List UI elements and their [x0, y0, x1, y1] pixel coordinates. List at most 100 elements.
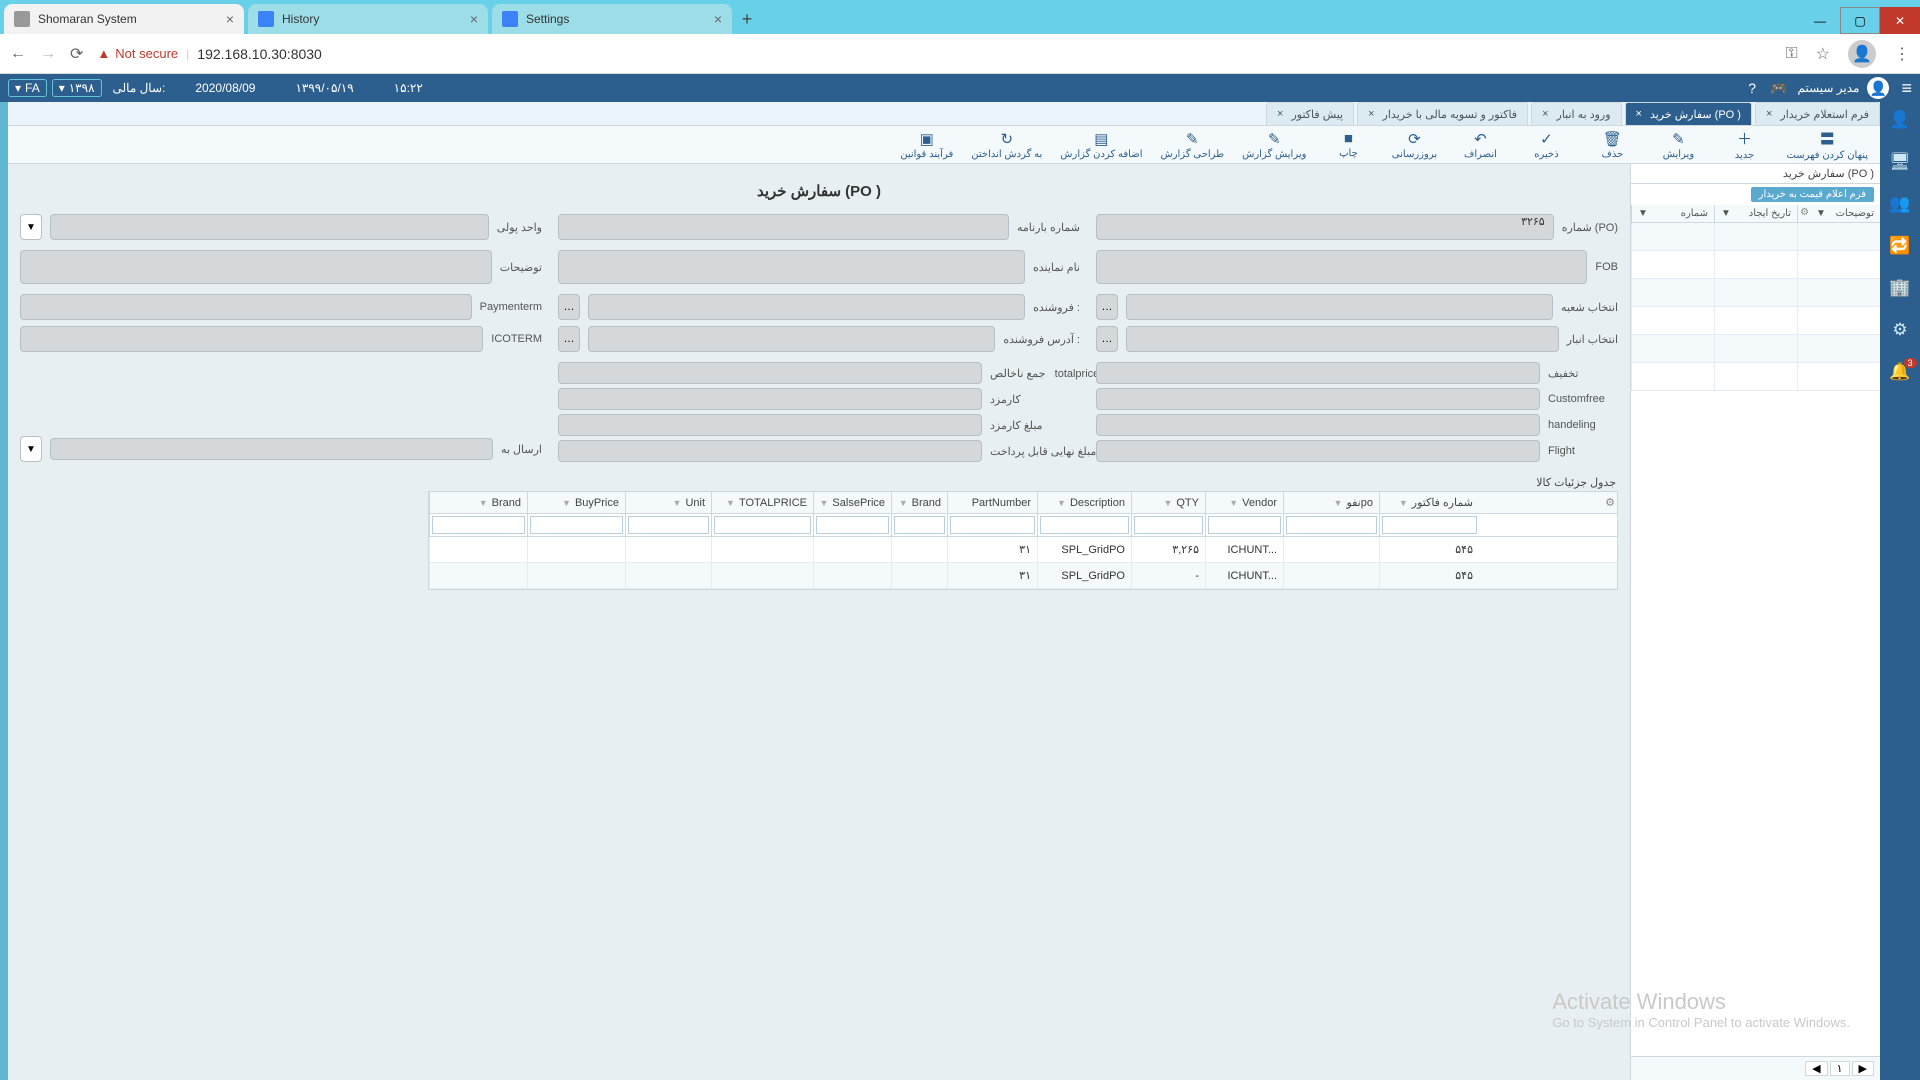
filter-desc[interactable] [1040, 516, 1129, 534]
customfree-field[interactable] [1096, 388, 1540, 410]
side-badge[interactable]: فرم اعلام قیمت به خریدار [1751, 187, 1874, 202]
col-unit[interactable]: ▼Unit [625, 492, 711, 513]
address-field[interactable]: ▲ Not secure | 192.168.10.30:8030 [97, 46, 321, 62]
tab-buyer-inquiry[interactable]: ×فرم استعلام خریدار [1755, 102, 1880, 125]
maximize-button[interactable]: ▢ [1840, 7, 1880, 34]
design-report-button[interactable]: ✎طراحی گزارش [1160, 130, 1224, 160]
pager-prev[interactable]: ◀ [1805, 1061, 1827, 1076]
filter-icon[interactable]: ▼ [1163, 498, 1172, 508]
close-icon[interactable]: × [1277, 108, 1283, 120]
final-field[interactable] [558, 440, 982, 462]
col-vendor[interactable]: ▼Vendor [1205, 492, 1283, 513]
print-button[interactable]: ■چاپ [1324, 130, 1372, 159]
filter-icon[interactable]: ▼ [820, 498, 829, 508]
edit-button[interactable]: ✎ویرایش [1654, 130, 1702, 160]
filter-inv[interactable] [1382, 516, 1477, 534]
currency-dropdown[interactable]: ▼ [20, 214, 42, 240]
hamburger-menu-icon[interactable]: ≡ [1901, 78, 1912, 99]
side-col-date[interactable]: ▼تاریخ ایجاد [1714, 205, 1797, 222]
gear-icon[interactable]: ⚙ [1892, 320, 1907, 340]
col-salseprice[interactable]: ▼SalsePrice [813, 492, 891, 513]
filter-brand[interactable] [894, 516, 945, 534]
filter-nopo[interactable] [1286, 516, 1377, 534]
flight-field[interactable] [1096, 440, 1540, 462]
list-item[interactable] [1631, 307, 1880, 335]
browser-tab-1[interactable]: Shomaran System × [4, 4, 244, 34]
warehouse-lookup[interactable]: … [1096, 326, 1118, 352]
monitor-icon[interactable]: 🖥 [1889, 152, 1911, 172]
col-nopo[interactable]: ▼نفوpo [1283, 492, 1379, 513]
browser-tab-2[interactable]: History × [248, 4, 488, 34]
side-col-number[interactable]: ▼شماره [1631, 205, 1714, 222]
user-plus-icon[interactable]: 👤 [1889, 110, 1910, 130]
table-row[interactable]: ۳۱ SPL_GridPO ۳,۲۶۵ ICHUNT... ۵۴۵ [429, 537, 1617, 563]
filter-qty[interactable] [1134, 516, 1203, 534]
tab-po[interactable]: ×سفارش خرید (PO ) [1625, 102, 1752, 125]
list-item[interactable] [1631, 335, 1880, 363]
barname-field[interactable] [558, 214, 1009, 240]
close-icon[interactable]: × [1542, 108, 1548, 120]
filter-part[interactable] [950, 516, 1035, 534]
agent-field[interactable] [558, 250, 1025, 284]
tab-warehouse-in[interactable]: ×ورود به انبار [1531, 102, 1621, 125]
star-icon[interactable]: ☆ [1816, 44, 1830, 64]
col-brand2[interactable]: ▼Brand [429, 492, 527, 513]
profile-button[interactable]: 👤 [1848, 40, 1876, 68]
discount-field[interactable] [1096, 362, 1540, 384]
icoterm-field[interactable] [20, 326, 483, 352]
seller-lookup[interactable]: … [558, 294, 580, 320]
close-icon[interactable]: × [714, 11, 722, 27]
gear-icon[interactable]: ⚙ [1800, 207, 1809, 218]
col-buyprice[interactable]: ▼BuyPrice [527, 492, 625, 513]
filter-icon[interactable]: ▼ [1399, 498, 1408, 508]
filter-icon[interactable]: ▼ [726, 498, 735, 508]
browser-tab-3[interactable]: Settings × [492, 4, 732, 34]
fee-amount-field[interactable] [558, 414, 982, 436]
save-button[interactable]: ✓ذخیره [1522, 130, 1570, 160]
filter-icon[interactable]: ▼ [562, 498, 571, 508]
handling-field[interactable] [1096, 414, 1540, 436]
language-selector[interactable]: ▾ FA [8, 79, 47, 97]
col-description[interactable]: ▼Description [1037, 492, 1131, 513]
col-qty[interactable]: ▼QTY [1131, 492, 1205, 513]
seller-addr-lookup[interactable]: … [558, 326, 580, 352]
pager-next[interactable]: ▶ [1852, 1061, 1874, 1076]
branch-field[interactable] [1126, 294, 1553, 320]
user-menu[interactable]: مدیر سیستم 👤 [1797, 77, 1889, 99]
sendto-field[interactable] [50, 438, 493, 460]
seller-addr-field[interactable] [588, 326, 995, 352]
edit-report-button[interactable]: ✎ویرایش گزارش [1242, 130, 1306, 160]
filter-icon[interactable]: ▼ [1229, 498, 1238, 508]
close-icon[interactable]: × [226, 11, 234, 27]
fiscal-year-selector[interactable]: ▾ ۱۳۹۸ [52, 79, 102, 97]
col-invoice[interactable]: ▼شماره فاکتور [1379, 492, 1479, 513]
seller-field[interactable] [588, 294, 1025, 320]
filter-icon[interactable]: ▼ [1057, 498, 1066, 508]
refresh-button[interactable]: ⟳بروزرسانی [1390, 130, 1438, 160]
close-icon[interactable]: × [1636, 108, 1642, 120]
branch-lookup[interactable]: … [1096, 294, 1118, 320]
gear-icon[interactable]: ⚙ [1605, 496, 1615, 509]
filter-icon[interactable]: ▼ [899, 498, 908, 508]
table-row[interactable]: ۳۱ SPL_GridPO - ICHUNT... ۵۴۵ [429, 563, 1617, 589]
cancel-button[interactable]: ↶انصراف [1456, 130, 1504, 160]
reload-button[interactable]: ⟳ [70, 44, 83, 64]
gross-field[interactable] [558, 362, 982, 384]
po-number-field[interactable]: ۳۲۶۵ [1096, 214, 1554, 240]
filter-total[interactable] [714, 516, 811, 534]
filter-icon[interactable]: ▼ [1638, 208, 1648, 219]
list-item[interactable] [1631, 279, 1880, 307]
filter-buy[interactable] [530, 516, 623, 534]
close-icon[interactable]: × [470, 11, 478, 27]
filter-brand2[interactable] [432, 516, 525, 534]
forward-button[interactable]: → [40, 45, 56, 63]
hide-list-button[interactable]: 〓پنهان کردن فهرست [1786, 128, 1868, 161]
payment-field[interactable] [20, 294, 472, 320]
new-tab-button[interactable]: + [732, 4, 762, 34]
back-button[interactable]: ← [10, 45, 26, 63]
filter-vendor[interactable] [1208, 516, 1281, 534]
close-button[interactable]: ✕ [1880, 7, 1920, 34]
gamepad-icon[interactable]: 🎮 [1770, 80, 1787, 97]
add-report-button[interactable]: ▤اضافه کردن گزارش [1060, 130, 1142, 160]
help-icon[interactable]: ? [1748, 80, 1756, 96]
